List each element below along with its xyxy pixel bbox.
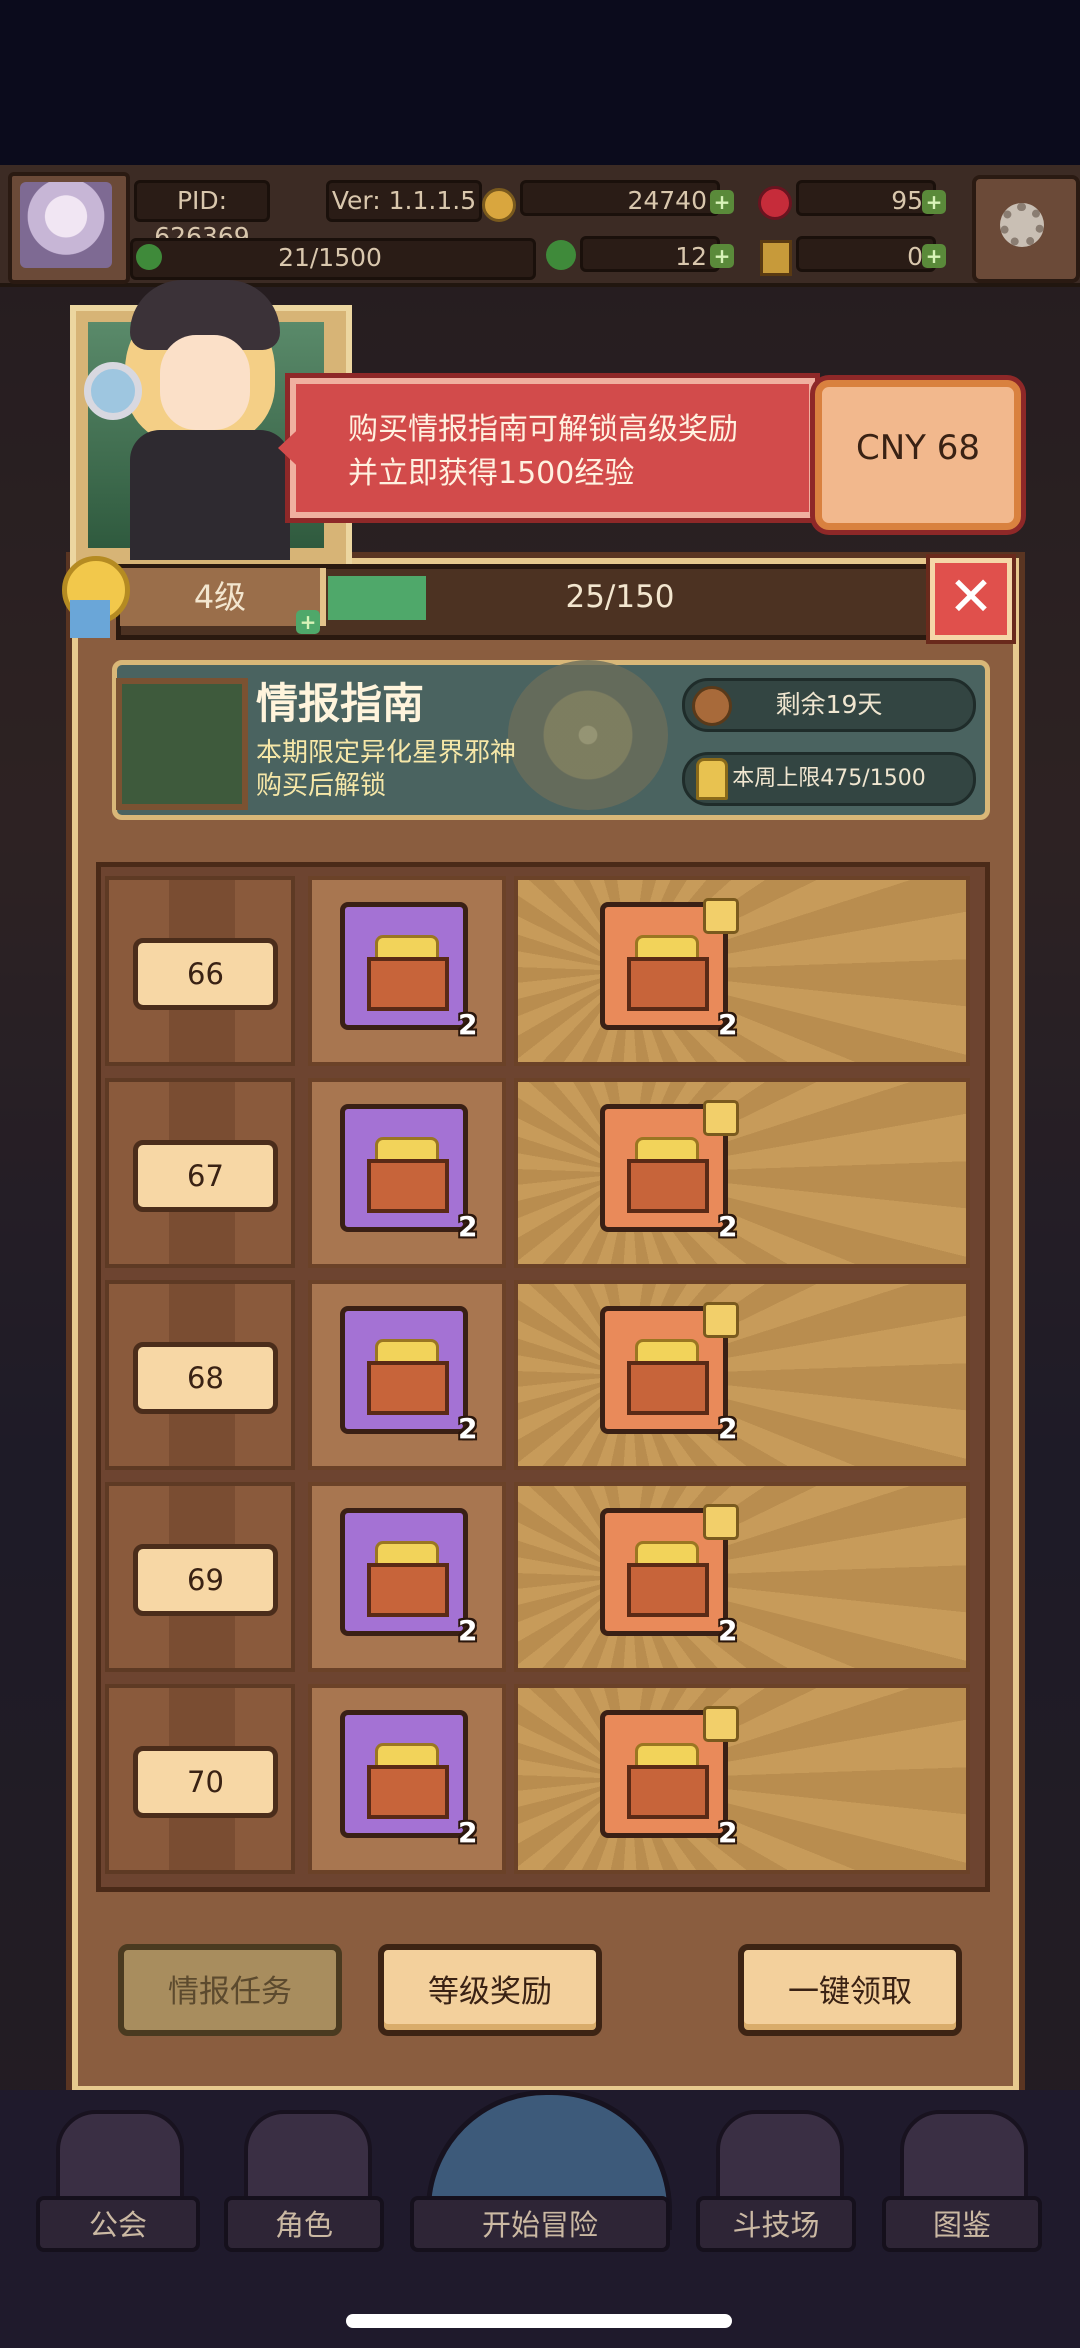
key-amount: 0 bbox=[796, 236, 936, 272]
banner-pointer bbox=[278, 420, 308, 476]
free-reward-qty: 2 bbox=[458, 1210, 478, 1243]
clover-icon bbox=[546, 240, 576, 270]
gem-amount: 95 bbox=[796, 180, 936, 216]
guide-subtitle-2: 购买后解锁 bbox=[256, 771, 387, 801]
paid-reward-cell bbox=[514, 1078, 970, 1268]
add-gem-button[interactable]: + bbox=[922, 190, 946, 214]
paid-reward-qty: 2 bbox=[718, 1412, 738, 1445]
guide-subtitle-1: 本期限定异化星界邪神 bbox=[256, 738, 517, 768]
free-chest-reward[interactable] bbox=[340, 1508, 468, 1636]
clock-icon bbox=[692, 686, 732, 726]
free-reward-qty: 2 bbox=[458, 1008, 478, 1041]
add-gold-button[interactable]: + bbox=[710, 190, 734, 214]
avatar-portrait-icon bbox=[20, 182, 112, 268]
guide-title: 情报指南 bbox=[256, 679, 425, 728]
home-indicator[interactable] bbox=[346, 2314, 732, 2328]
nav-guild-button[interactable]: 公会 bbox=[36, 2196, 200, 2252]
nav-adventure-button[interactable]: 开始冒险 bbox=[410, 2196, 670, 2252]
cap-medal-icon bbox=[696, 758, 728, 800]
clover-amount: 12 bbox=[580, 236, 720, 272]
red-gem-icon bbox=[758, 186, 792, 220]
game-version: Ver: 1.1.1.5 bbox=[326, 180, 482, 222]
paid-reward-qty: 2 bbox=[718, 1210, 738, 1243]
nav-character-button[interactable]: 角色 bbox=[224, 2196, 384, 2252]
level-plus-icon: + bbox=[296, 610, 320, 634]
row-level-number: 70 bbox=[133, 1746, 278, 1818]
rewards-tab-button[interactable]: 等级奖励 bbox=[378, 1944, 602, 2036]
lock-icon bbox=[703, 1302, 739, 1338]
gold-coin-icon bbox=[482, 188, 516, 222]
paid-reward-cell bbox=[514, 1482, 970, 1672]
banner-line-2: 并立即获得1500经验 bbox=[348, 456, 635, 491]
nav-arena-button[interactable]: 斗技场 bbox=[696, 2196, 856, 2252]
magnifier-icon bbox=[84, 362, 142, 420]
lock-icon bbox=[703, 898, 739, 934]
player-id: PID: 626369 bbox=[134, 180, 270, 251]
free-reward-qty: 2 bbox=[458, 1412, 478, 1445]
gold-amount: 24740 bbox=[520, 180, 720, 216]
lock-icon bbox=[703, 1706, 739, 1742]
paid-reward-cell bbox=[514, 1280, 970, 1470]
free-reward-qty: 2 bbox=[458, 1816, 478, 1849]
clover-small-icon bbox=[136, 244, 162, 270]
compass-emblem-icon bbox=[508, 660, 668, 810]
gear-icon bbox=[1000, 203, 1044, 247]
level-progress-text: 25/150 bbox=[565, 579, 675, 615]
paid-reward-qty: 2 bbox=[718, 1816, 738, 1849]
medal-ribbon-icon bbox=[70, 600, 110, 638]
row-level-number: 69 bbox=[133, 1544, 278, 1616]
exp-text: 21/1500 bbox=[278, 243, 382, 272]
key-icon bbox=[760, 240, 792, 276]
paid-reward-qty: 2 bbox=[718, 1008, 738, 1041]
add-key-button[interactable]: + bbox=[922, 244, 946, 268]
character-face bbox=[160, 335, 250, 430]
character-body bbox=[130, 430, 290, 560]
buy-price-button[interactable]: CNY 68 bbox=[815, 380, 1021, 530]
lock-icon bbox=[703, 1504, 739, 1540]
level-progress-fill bbox=[328, 576, 426, 620]
free-chest-reward[interactable] bbox=[340, 902, 468, 1030]
guide-card-image bbox=[116, 678, 248, 810]
free-chest-reward[interactable] bbox=[340, 1104, 468, 1232]
tasks-tab-button[interactable]: 情报任务 bbox=[118, 1944, 342, 2036]
add-clover-button[interactable]: + bbox=[710, 244, 734, 268]
row-level-number: 67 bbox=[133, 1140, 278, 1212]
free-chest-reward[interactable] bbox=[340, 1306, 468, 1434]
paid-reward-cell bbox=[514, 1684, 970, 1874]
paid-reward-qty: 2 bbox=[718, 1614, 738, 1647]
banner-line-1: 购买情报指南可解锁高级奖励 bbox=[348, 412, 738, 447]
free-chest-reward[interactable] bbox=[340, 1710, 468, 1838]
lock-icon bbox=[703, 1100, 739, 1136]
purchase-banner: 购买情报指南可解锁高级奖励 并立即获得1500经验 bbox=[290, 378, 815, 518]
close-button[interactable]: ✕ bbox=[930, 558, 1012, 640]
claim-all-button[interactable]: 一键领取 bbox=[738, 1944, 962, 2036]
row-level-number: 66 bbox=[133, 938, 278, 1010]
nav-codex-button[interactable]: 图鉴 bbox=[882, 2196, 1042, 2252]
row-level-number: 68 bbox=[133, 1342, 278, 1414]
paid-reward-cell bbox=[514, 876, 970, 1066]
free-reward-qty: 2 bbox=[458, 1614, 478, 1647]
